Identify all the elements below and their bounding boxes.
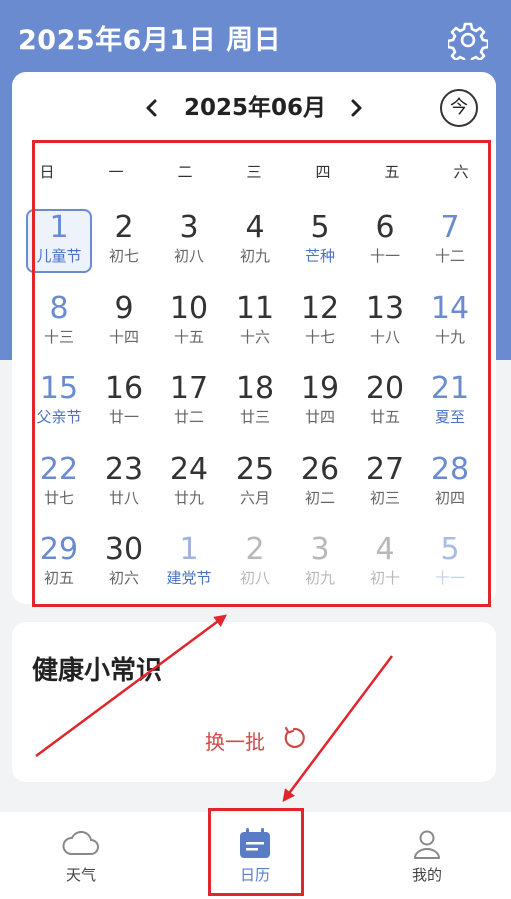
tab-profile[interactable]: 我的 <box>382 818 472 894</box>
gear-icon[interactable] <box>448 20 488 60</box>
highlight-box-calendar <box>32 140 491 607</box>
chevron-left-icon[interactable] <box>140 92 164 124</box>
tab-profile-label: 我的 <box>411 866 442 884</box>
cloud-icon <box>62 830 99 855</box>
refresh-icon[interactable] <box>282 726 306 750</box>
today-button[interactable]: 今 <box>440 89 478 127</box>
refresh-button[interactable]: 换一批 <box>205 726 265 755</box>
page-title: 2025年6月1日 周日 <box>18 25 282 56</box>
health-title: 健康小常识 <box>32 656 163 686</box>
health-card <box>12 622 496 782</box>
month-label: 2025年06月 <box>183 95 327 121</box>
user-icon <box>414 830 440 859</box>
highlight-box-calendar-tab <box>208 808 304 896</box>
chevron-right-icon[interactable] <box>344 92 368 124</box>
tab-weather[interactable]: 天气 <box>36 818 126 894</box>
month-navigation: 2025年06月 <box>0 88 511 128</box>
tab-weather-label: 天气 <box>65 866 96 884</box>
